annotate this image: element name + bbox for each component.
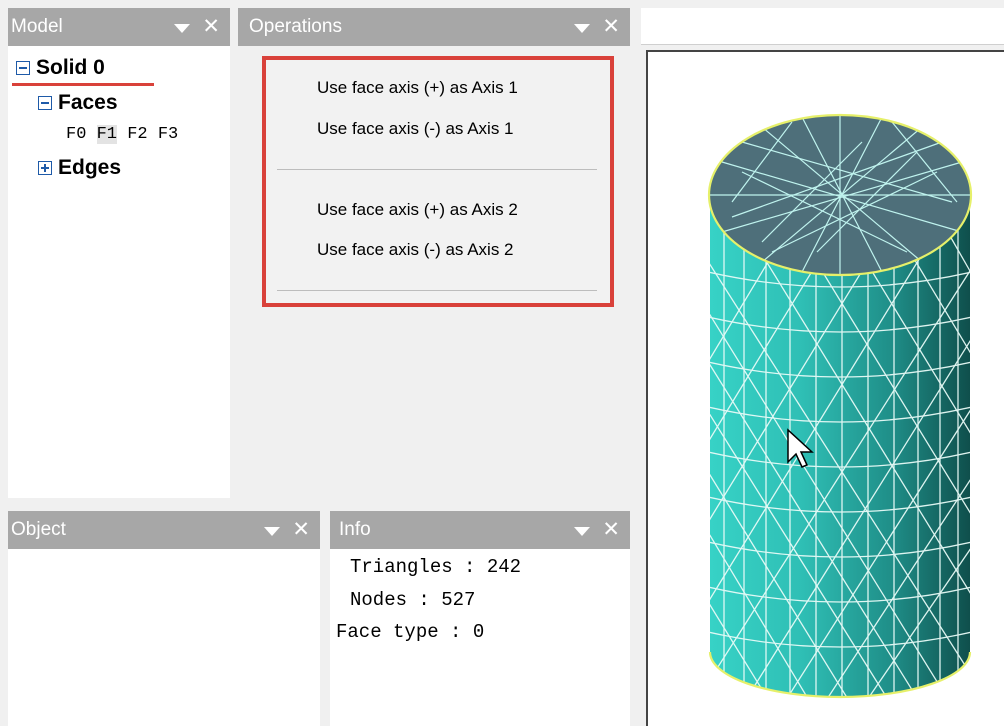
face-item-f1[interactable]: F1 xyxy=(96,125,118,144)
object-panel-title: Object xyxy=(11,519,66,540)
dropdown-caret-icon[interactable] xyxy=(264,526,281,536)
close-icon[interactable]: ✕ xyxy=(292,511,310,549)
solid-label: Solid 0 xyxy=(36,56,105,79)
close-icon[interactable]: ✕ xyxy=(602,511,620,549)
dropdown-caret-icon[interactable] xyxy=(174,23,191,33)
dropdown-caret-icon[interactable] xyxy=(574,23,591,33)
menu-separator xyxy=(277,169,597,170)
3d-viewport[interactable] xyxy=(646,50,1004,726)
menu-item-axis1-minus[interactable]: Use face axis (-) as Axis 1 xyxy=(317,119,514,139)
face-list: F0 F1 F2 F3 xyxy=(66,125,178,144)
edges-label: Edges xyxy=(58,156,122,179)
operations-panel-title: Operations xyxy=(249,16,342,37)
info-triangles: Triangles : 242 xyxy=(350,556,522,578)
close-icon[interactable]: ✕ xyxy=(202,8,220,46)
model-panel-title: Model xyxy=(11,16,63,37)
tree-item-edges[interactable]: Edges xyxy=(38,156,121,180)
info-panel: Info ✕ Triangles : 242 Nodes : 527 Face … xyxy=(330,511,630,726)
expand-icon[interactable] xyxy=(38,161,52,176)
collapse-icon[interactable] xyxy=(16,61,30,76)
selection-underline xyxy=(12,83,154,86)
face-item-f3[interactable]: F3 xyxy=(158,125,178,144)
info-panel-title: Info xyxy=(339,519,371,540)
menu-item-axis1-plus[interactable]: Use face axis (+) as Axis 1 xyxy=(317,78,518,98)
object-panel-titlebar: Object ✕ xyxy=(8,511,320,549)
faces-label: Faces xyxy=(58,91,118,114)
collapse-icon[interactable] xyxy=(38,96,52,111)
model-panel: Model ✕ Solid 0 Faces F0 F1 F2 F3 Edges xyxy=(8,8,230,498)
info-panel-titlebar: Info ✕ xyxy=(330,511,630,549)
object-panel: Object ✕ xyxy=(8,511,320,726)
face-item-f2[interactable]: F2 xyxy=(127,125,147,144)
menu-item-axis2-plus[interactable]: Use face axis (+) as Axis 2 xyxy=(317,200,518,220)
menu-item-axis2-minus[interactable]: Use face axis (-) as Axis 2 xyxy=(317,240,514,260)
close-icon[interactable]: ✕ xyxy=(602,8,620,46)
cylinder-mesh xyxy=(707,113,973,699)
operations-panel-titlebar: Operations ✕ xyxy=(238,8,630,46)
model-panel-titlebar: Model ✕ xyxy=(8,8,230,46)
info-nodes: Nodes : 527 xyxy=(350,589,476,611)
menu-separator xyxy=(277,290,597,291)
tree-item-faces[interactable]: Faces xyxy=(38,91,118,115)
dropdown-caret-icon[interactable] xyxy=(574,526,591,536)
tree-item-solid[interactable]: Solid 0 xyxy=(16,56,105,80)
face-item-f0[interactable]: F0 xyxy=(66,125,86,144)
viewport-top-strip xyxy=(641,8,1004,45)
info-face-type: Face type : 0 xyxy=(336,621,485,643)
